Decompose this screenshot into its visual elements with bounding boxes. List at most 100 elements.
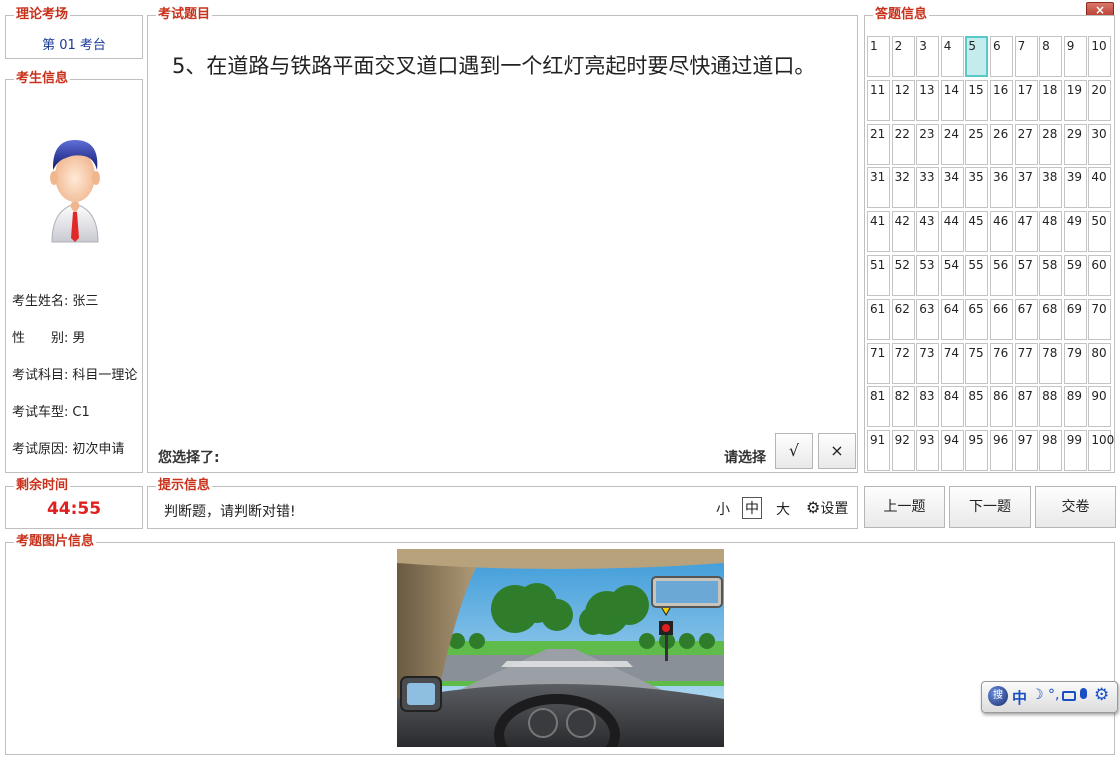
question-number-cell[interactable]: 82 [891, 386, 915, 428]
gear-icon[interactable]: ⚙ [1094, 685, 1109, 705]
true-answer-button[interactable]: √ [775, 433, 813, 469]
question-number-cell[interactable]: 46 [989, 211, 1013, 253]
question-number-cell[interactable]: 66 [989, 298, 1013, 340]
question-number-cell[interactable]: 90 [1088, 386, 1112, 428]
punctuation-icon[interactable]: °, [1048, 687, 1059, 703]
question-number-cell[interactable]: 9 [1063, 36, 1087, 77]
question-number-cell[interactable]: 23 [916, 123, 940, 165]
question-number-cell[interactable]: 33 [916, 167, 940, 209]
question-number-cell[interactable]: 100 [1088, 430, 1114, 472]
question-number-cell[interactable]: 8 [1039, 36, 1063, 77]
question-number-cell[interactable]: 52 [891, 254, 915, 296]
question-number-cell[interactable]: 78 [1039, 342, 1063, 384]
question-number-cell[interactable]: 64 [940, 298, 964, 340]
question-number-cell[interactable]: 84 [940, 386, 964, 428]
question-number-cell[interactable]: 61 [867, 298, 890, 340]
question-number-cell[interactable]: 11 [867, 79, 890, 121]
question-number-cell[interactable]: 63 [916, 298, 940, 340]
question-number-cell[interactable]: 16 [989, 79, 1013, 121]
question-number-cell[interactable]: 89 [1063, 386, 1087, 428]
question-number-cell[interactable]: 99 [1063, 430, 1087, 472]
question-number-cell[interactable]: 79 [1063, 342, 1087, 384]
question-number-cell[interactable]: 85 [965, 386, 989, 428]
question-number-cell[interactable]: 71 [867, 342, 890, 384]
font-size-medium-option[interactable]: 中 [742, 497, 762, 519]
question-number-cell[interactable]: 77 [1014, 342, 1038, 384]
question-number-cell[interactable]: 86 [989, 386, 1013, 428]
question-number-cell[interactable]: 5 [965, 36, 989, 77]
question-number-cell[interactable]: 41 [867, 211, 890, 253]
question-number-cell[interactable]: 42 [891, 211, 915, 253]
question-number-cell[interactable]: 88 [1039, 386, 1063, 428]
question-number-cell[interactable]: 95 [965, 430, 989, 472]
question-number-cell[interactable]: 54 [940, 254, 964, 296]
question-number-cell[interactable]: 87 [1014, 386, 1038, 428]
question-number-cell[interactable]: 18 [1039, 79, 1063, 121]
question-number-cell[interactable]: 59 [1063, 254, 1087, 296]
question-number-cell[interactable]: 81 [867, 386, 890, 428]
question-number-cell[interactable]: 98 [1039, 430, 1063, 472]
question-number-cell[interactable]: 47 [1014, 211, 1038, 253]
question-number-cell[interactable]: 17 [1014, 79, 1038, 121]
question-number-cell[interactable]: 83 [916, 386, 940, 428]
font-size-large-option[interactable]: 大 [776, 499, 790, 519]
question-number-cell[interactable]: 28 [1039, 123, 1063, 165]
question-number-cell[interactable]: 74 [940, 342, 964, 384]
question-number-cell[interactable]: 22 [891, 123, 915, 165]
question-number-cell[interactable]: 60 [1088, 254, 1112, 296]
question-number-cell[interactable]: 92 [891, 430, 915, 472]
question-number-cell[interactable]: 21 [867, 123, 890, 165]
moon-icon[interactable]: ☽ [1031, 687, 1044, 703]
question-number-cell[interactable]: 35 [965, 167, 989, 209]
question-number-cell[interactable]: 62 [891, 298, 915, 340]
chinese-mode-icon[interactable]: 中 [1012, 687, 1027, 708]
question-number-cell[interactable]: 4 [940, 36, 964, 77]
question-number-cell[interactable]: 25 [965, 123, 989, 165]
question-number-cell[interactable]: 51 [867, 254, 890, 296]
question-number-cell[interactable]: 91 [867, 430, 890, 472]
question-number-cell[interactable]: 96 [989, 430, 1013, 472]
question-number-cell[interactable]: 50 [1088, 211, 1112, 253]
question-number-cell[interactable]: 75 [965, 342, 989, 384]
question-number-cell[interactable]: 14 [940, 79, 964, 121]
question-number-cell[interactable]: 26 [989, 123, 1013, 165]
question-number-cell[interactable]: 53 [916, 254, 940, 296]
question-number-cell[interactable]: 68 [1039, 298, 1063, 340]
question-number-cell[interactable]: 57 [1014, 254, 1038, 296]
question-number-cell[interactable]: 34 [940, 167, 964, 209]
question-number-cell[interactable]: 72 [891, 342, 915, 384]
question-number-cell[interactable]: 38 [1039, 167, 1063, 209]
ime-logo-icon[interactable]: 搜 [988, 686, 1008, 706]
question-number-cell[interactable]: 39 [1063, 167, 1087, 209]
question-number-cell[interactable]: 80 [1088, 342, 1112, 384]
question-number-cell[interactable]: 67 [1014, 298, 1038, 340]
question-number-cell[interactable]: 49 [1063, 211, 1087, 253]
question-number-cell[interactable]: 3 [916, 36, 940, 77]
question-number-cell[interactable]: 24 [940, 123, 964, 165]
question-number-cell[interactable]: 20 [1088, 79, 1112, 121]
ime-toolbar[interactable]: 搜 中 ☽ °, ⚙ [981, 681, 1118, 713]
question-number-cell[interactable]: 93 [916, 430, 940, 472]
question-number-cell[interactable]: 15 [965, 79, 989, 121]
false-answer-button[interactable]: × [818, 433, 856, 469]
question-number-cell[interactable]: 7 [1014, 36, 1038, 77]
question-number-cell[interactable]: 43 [916, 211, 940, 253]
question-number-cell[interactable]: 69 [1063, 298, 1087, 340]
question-number-cell[interactable]: 13 [916, 79, 940, 121]
previous-question-button[interactable]: 上一题 [864, 486, 945, 528]
question-number-cell[interactable]: 45 [965, 211, 989, 253]
keyboard-icon[interactable] [1062, 691, 1076, 701]
question-number-cell[interactable]: 65 [965, 298, 989, 340]
submit-exam-button[interactable]: 交卷 [1035, 486, 1116, 528]
question-number-cell[interactable]: 30 [1088, 123, 1112, 165]
question-number-cell[interactable]: 2 [891, 36, 915, 77]
font-size-small-option[interactable]: 小 [716, 499, 730, 519]
microphone-icon[interactable] [1080, 688, 1087, 699]
question-number-cell[interactable]: 19 [1063, 79, 1087, 121]
question-number-cell[interactable]: 27 [1014, 123, 1038, 165]
question-number-cell[interactable]: 73 [916, 342, 940, 384]
question-number-cell[interactable]: 48 [1039, 211, 1063, 253]
question-number-cell[interactable]: 70 [1088, 298, 1112, 340]
question-number-cell[interactable]: 76 [989, 342, 1013, 384]
question-number-cell[interactable]: 37 [1014, 167, 1038, 209]
